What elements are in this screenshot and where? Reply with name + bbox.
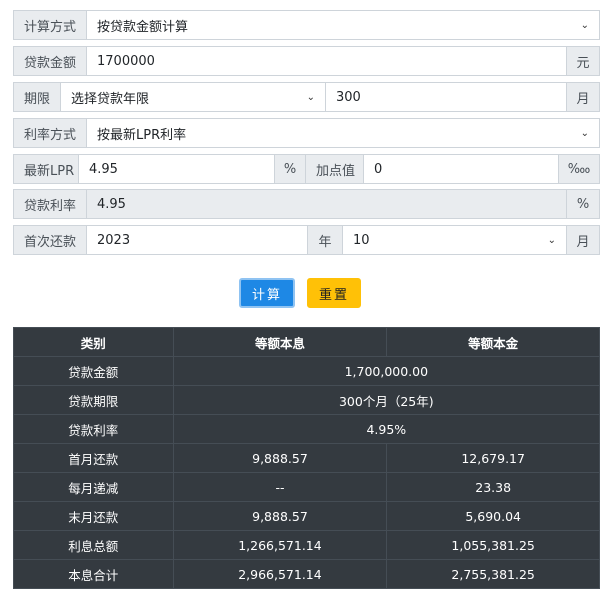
equal-principal-cell: 2,755,381.25 — [386, 559, 600, 589]
merged-cell: 300个月（25年) — [172, 385, 600, 415]
first-repay-month-value: 10 — [353, 232, 370, 248]
loan-amount-group: 贷款金额 1700000 元 — [13, 46, 600, 76]
table-row: 利息总额 1,266,571.14 1,055,381.25 — [13, 530, 600, 560]
table-row: 贷款利率 4.95% — [13, 414, 600, 444]
row-label: 贷款利率 — [13, 414, 174, 444]
bp-label: 加点值 — [305, 154, 364, 184]
chevron-down-icon: ⌄ — [306, 91, 315, 103]
merged-cell: 1,700,000.00 — [172, 356, 600, 386]
lpr-label: 最新LPR — [13, 154, 79, 184]
table-row: 首月还款 9,888.57 12,679.17 — [13, 443, 600, 473]
table-row: 贷款期限 300个月（25年) — [13, 385, 600, 415]
calc-method-value: 按贷款金额计算 — [97, 19, 189, 35]
term-years-value: 选择贷款年限 — [71, 91, 150, 107]
results-table: 类别 等额本息 等额本金 贷款金额 1,700,000.00 贷款期限 300个… — [13, 327, 600, 589]
equal-installment-cell: -- — [172, 472, 388, 502]
loan-rate-unit: % — [566, 189, 600, 219]
equal-principal-cell: 1,055,381.25 — [386, 530, 600, 560]
row-label: 末月还款 — [13, 501, 174, 531]
chevron-down-icon: ⌄ — [547, 234, 556, 246]
equal-principal-cell: 12,679.17 — [386, 443, 600, 473]
col-header-equal-installment: 等额本息 — [172, 327, 388, 357]
loan-rate-label: 贷款利率 — [13, 189, 87, 219]
col-header-equal-principal: 等额本金 — [386, 327, 600, 357]
year-unit: 年 — [307, 225, 343, 255]
month-unit: 月 — [566, 225, 600, 255]
row-label: 贷款期限 — [13, 385, 174, 415]
chevron-down-icon: ⌄ — [580, 19, 589, 31]
calc-method-select[interactable]: 按贷款金额计算 ⌄ — [86, 10, 600, 40]
table-row: 每月递减 -- 23.38 — [13, 472, 600, 502]
button-row: 计算 重置 — [0, 278, 600, 308]
lpr-unit: % — [274, 154, 306, 184]
row-label: 贷款金额 — [13, 356, 174, 386]
chevron-down-icon: ⌄ — [580, 127, 589, 139]
term-years-select[interactable]: 选择贷款年限 ⌄ — [60, 82, 326, 112]
row-label: 利息总额 — [13, 530, 174, 560]
loan-amount-input[interactable]: 1700000 — [86, 46, 567, 76]
rate-method-select[interactable]: 按最新LPR利率 ⌄ — [86, 118, 600, 148]
row-label: 首月还款 — [13, 443, 174, 473]
calc-method-label: 计算方式 — [13, 10, 87, 40]
loan-amount-label: 贷款金额 — [13, 46, 87, 76]
equal-principal-cell: 5,690.04 — [386, 501, 600, 531]
table-row: 贷款金额 1,700,000.00 — [13, 356, 600, 386]
rate-method-label: 利率方式 — [13, 118, 87, 148]
lpr-input[interactable]: 4.95 — [78, 154, 275, 184]
rate-method-group: 利率方式 按最新LPR利率 ⌄ — [13, 118, 600, 148]
term-unit: 月 — [566, 82, 600, 112]
reset-button[interactable]: 重置 — [307, 278, 362, 308]
term-months-input[interactable]: 300 — [325, 82, 567, 112]
table-row: 末月还款 9,888.57 5,690.04 — [13, 501, 600, 531]
bp-unit: ‱ — [558, 154, 600, 184]
equal-installment-cell: 1,266,571.14 — [172, 530, 388, 560]
equal-installment-cell: 9,888.57 — [172, 443, 388, 473]
table-row: 本息合计 2,966,571.14 2,755,381.25 — [13, 559, 600, 589]
calculate-button[interactable]: 计算 — [238, 278, 295, 308]
term-label: 期限 — [13, 82, 61, 112]
term-group: 期限 选择贷款年限 ⌄ 300 月 — [13, 82, 600, 112]
merged-cell: 4.95% — [172, 414, 600, 444]
loan-rate-input: 4.95 — [86, 189, 567, 219]
table-header-row: 类别 等额本息 等额本金 — [13, 327, 600, 357]
equal-principal-cell: 23.38 — [386, 472, 600, 502]
bp-input[interactable]: 0 — [363, 154, 559, 184]
lpr-group: 最新LPR 4.95 % 加点值 0 ‱ — [13, 154, 600, 184]
row-label: 本息合计 — [13, 559, 174, 589]
equal-installment-cell: 9,888.57 — [172, 501, 388, 531]
first-repay-label: 首次还款 — [13, 225, 87, 255]
col-header-category: 类别 — [13, 327, 174, 357]
row-label: 每月递减 — [13, 472, 174, 502]
loan-rate-group: 贷款利率 4.95 % — [13, 189, 600, 219]
rate-method-value: 按最新LPR利率 — [97, 127, 187, 143]
calc-method-group: 计算方式 按贷款金额计算 ⌄ — [13, 10, 600, 40]
first-repay-group: 首次还款 2023 年 10 ⌄ 月 — [13, 225, 600, 255]
first-repay-month-select[interactable]: 10 ⌄ — [342, 225, 567, 255]
equal-installment-cell: 2,966,571.14 — [172, 559, 388, 589]
first-repay-year-input[interactable]: 2023 — [86, 225, 308, 255]
loan-amount-unit: 元 — [566, 46, 600, 76]
